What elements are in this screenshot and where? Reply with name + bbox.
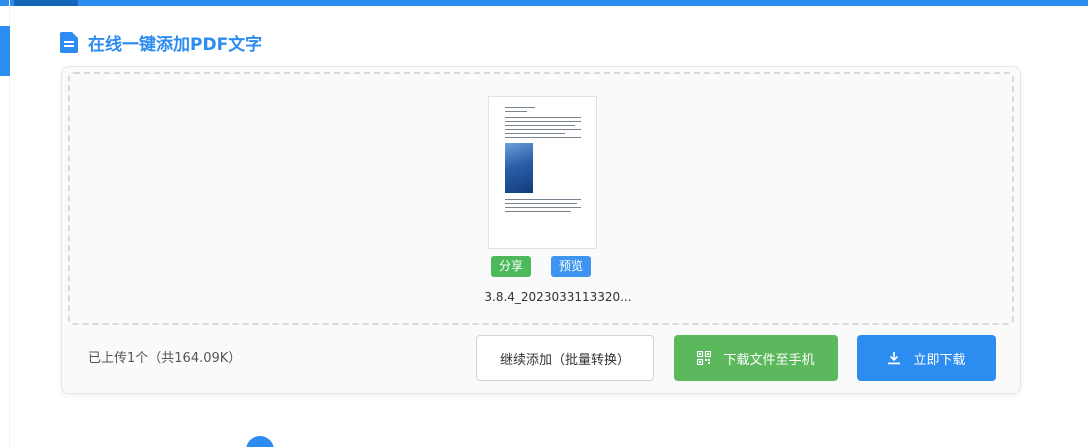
share-button[interactable]: 分享 (491, 256, 532, 277)
thumbnail-image (505, 143, 533, 193)
download-to-phone-label: 下载文件至手机 (723, 352, 815, 368)
qr-code-icon (697, 351, 712, 365)
download-to-phone-button[interactable]: 下载文件至手机 (674, 335, 838, 381)
continue-add-button[interactable]: 继续添加（批量转换） (476, 335, 654, 381)
next-section-icon (246, 436, 274, 447)
next-section-heading (246, 436, 274, 447)
top-accent-bar (0, 0, 1088, 6)
download-now-button[interactable]: 立即下载 (857, 335, 996, 381)
preview-button[interactable]: 预览 (551, 256, 592, 277)
download-now-label: 立即下载 (913, 352, 966, 368)
upload-panel: 分享 预览 3.8.4_2023033113320... 已上传1个（共164.… (61, 66, 1021, 394)
file-thumbnail[interactable] (488, 96, 597, 249)
document-icon (60, 31, 78, 53)
upload-info: 已上传1个（共164.09K） (88, 351, 242, 366)
section-title-text: 在线一键添加PDF文字 (88, 34, 263, 55)
file-name: 3.8.4_2023033113320... (484, 290, 632, 304)
section-title: 在线一键添加PDF文字 (60, 29, 262, 55)
file-drop-zone[interactable]: 分享 预览 3.8.4_2023033113320... (68, 72, 1014, 325)
left-accent-strip (0, 26, 10, 76)
file-card: 分享 预览 3.8.4_2023033113320... (484, 96, 632, 304)
download-icon (888, 352, 901, 365)
continue-add-label: 继续添加（批量转换） (499, 352, 630, 368)
top-accent-segment (14, 0, 78, 6)
